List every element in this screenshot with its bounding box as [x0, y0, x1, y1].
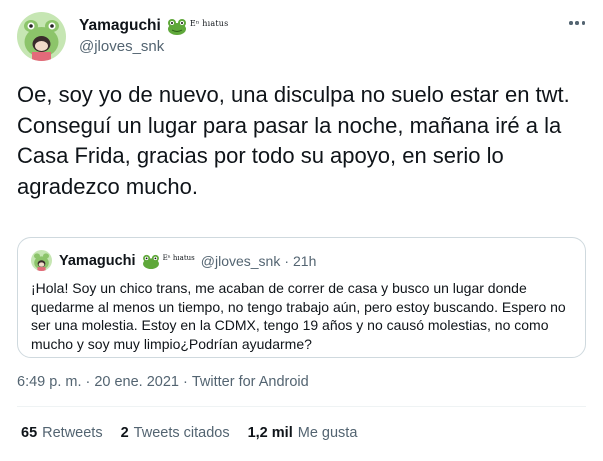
divider — [17, 406, 586, 407]
quoted-tweet[interactable]: Yamaguchi Eⁿ hıatus @jloves_snk · 21h ¡H… — [17, 237, 586, 358]
quote-tweets-stat[interactable]: 2 Tweets citados — [121, 425, 230, 441]
separator-dot: · — [85, 374, 91, 390]
more-dots-icon — [581, 21, 585, 25]
quoted-avatar — [31, 250, 52, 271]
author-name-row: Yamaguchi Eⁿ hıatus — [79, 16, 228, 36]
quotes-label: Tweets citados — [133, 425, 230, 441]
more-dots-icon — [569, 21, 573, 25]
author-display-name[interactable]: Yamaguchi — [79, 17, 161, 35]
likes-label: Me gusta — [297, 425, 358, 441]
author-handle[interactable]: @jloves_snk — [79, 38, 164, 55]
more-options-button[interactable] — [566, 17, 588, 29]
likes-stat[interactable]: 1,2 mil Me gusta — [248, 425, 358, 441]
quoted-header: Yamaguchi Eⁿ hıatus @jloves_snk · 21h — [59, 251, 316, 271]
frog-emoji-icon — [142, 254, 160, 269]
retweets-label: Retweets — [42, 425, 103, 441]
tweet-paragraph: Oe, soy yo de nuevo, una disculpa no sue… — [17, 82, 570, 107]
tweet-date[interactable]: 20 ene. 2021 — [94, 374, 179, 390]
separator-dot: · — [284, 253, 290, 269]
quoted-time: 21h — [293, 253, 317, 269]
hiatus-tag: Eⁿ hıatus — [189, 18, 229, 28]
separator-dot: · — [183, 374, 188, 390]
tweet-text: Oe, soy yo de nuevo, una disculpa no sue… — [17, 80, 592, 202]
quotes-count: 2 — [120, 425, 129, 441]
frog-emoji-icon — [167, 18, 187, 35]
avatar-image — [17, 12, 66, 61]
avatar[interactable] — [17, 12, 66, 61]
quoted-display-name: Yamaguchi — [59, 253, 136, 269]
retweets-stat[interactable]: 65 Retweets — [21, 425, 103, 441]
tweet-time[interactable]: 6:49 p. m. — [17, 374, 81, 390]
likes-count: 1,2 mil — [247, 425, 293, 441]
retweets-count: 65 — [21, 425, 38, 441]
more-dots-icon — [575, 21, 579, 25]
tweet-source-link[interactable]: Twitter for Android — [192, 374, 309, 390]
tweet-meta: 6:49 p. m. · 20 ene. 2021 · Twitter for Andr… — [17, 374, 309, 390]
quoted-handle: @jloves_snk — [200, 253, 281, 269]
tweet-paragraph: Conseguí un lugar para pasar la noche, m… — [17, 112, 562, 199]
tweet-card: Yamaguchi Eⁿ hıatus @jloves_snk Oe, soy … — [0, 0, 603, 461]
engagement-stats: 65 Retweets 2 Tweets citados 1,2 mil Me … — [21, 425, 375, 441]
hiatus-tag: Eⁿ hıatus — [162, 254, 195, 262]
quoted-text: ¡Hola! Soy un chico trans, me acaban de … — [31, 280, 566, 352]
